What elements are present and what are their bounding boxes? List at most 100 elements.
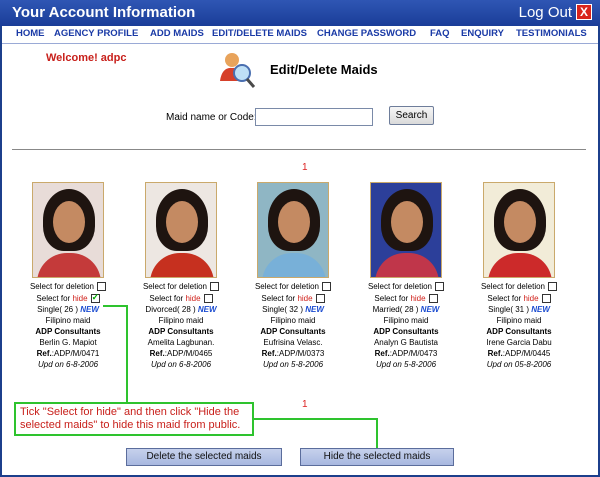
select-delete-row: Select for deletion xyxy=(356,281,456,292)
hide-checkbox[interactable] xyxy=(315,294,325,304)
delete-checkbox[interactable] xyxy=(97,282,107,292)
delete-checkbox[interactable] xyxy=(435,282,445,292)
hide-word: hide xyxy=(297,294,313,303)
hide-checkbox[interactable] xyxy=(541,294,551,304)
select-delete-row: Select for deletion xyxy=(18,281,118,292)
ref-label: Ref. xyxy=(487,349,503,358)
updated-date: Upd on 6-8-2006 xyxy=(150,360,212,369)
maid-name[interactable]: Irene Garcia Dabu xyxy=(469,337,569,348)
select-delete-row: Select for deletion xyxy=(243,281,343,292)
agency-name: ADP Consultants xyxy=(148,327,214,336)
maid-photo[interactable] xyxy=(483,182,555,278)
new-badge: NEW xyxy=(197,305,217,314)
hide-checkbox[interactable] xyxy=(203,294,213,304)
status-row: Married( 28 ) NEW xyxy=(356,304,456,315)
hide-word: hide xyxy=(523,294,539,303)
pagination-bottom[interactable]: 1 xyxy=(302,399,308,410)
maid-photo[interactable] xyxy=(370,182,442,278)
select-hide-label: Select for xyxy=(374,294,409,303)
select-hide-row: Select for hide xyxy=(243,293,343,304)
select-delete-label: Select for deletion xyxy=(367,282,433,291)
pagination-top[interactable]: 1 xyxy=(302,162,308,173)
delete-checkbox[interactable] xyxy=(322,282,332,292)
ref-row: Ref.:ADP/M/0445 xyxy=(469,348,569,359)
hide-word: hide xyxy=(185,294,201,303)
search-input[interactable] xyxy=(255,108,373,126)
hide-checkbox[interactable] xyxy=(428,294,438,304)
nav-agency-profile[interactable]: AGENCY PROFILE xyxy=(54,28,138,39)
logout-link[interactable]: Log Out xyxy=(519,4,572,21)
ref-code: :ADP/M/0465 xyxy=(164,349,213,358)
maid-card: Select for deletion Select for hide Sing… xyxy=(469,182,569,370)
person-search-icon xyxy=(220,53,256,88)
updated-date: Upd on 5-8-2006 xyxy=(375,360,437,369)
callout-line-hide-horizontal xyxy=(103,305,128,307)
ref-code: :ADP/M/0445 xyxy=(502,349,551,358)
nav-edit-delete-maids[interactable]: EDIT/DELETE MAIDS xyxy=(212,28,307,39)
marital-status: Single( 32 ) xyxy=(262,305,303,314)
app-title: Your Account Information xyxy=(12,4,196,21)
callout-line-button-horizontal xyxy=(254,418,378,420)
nav-enquiry[interactable]: ENQUIRY xyxy=(461,28,504,39)
hide-word: hide xyxy=(410,294,426,303)
maid-card: Select for deletion Select for hide Sing… xyxy=(18,182,118,370)
nav-change-password[interactable]: CHANGE PASSWORD xyxy=(317,28,416,39)
photo-face xyxy=(278,201,310,243)
section-divider xyxy=(12,149,586,150)
select-hide-label: Select for xyxy=(261,294,296,303)
hide-word: hide xyxy=(72,294,88,303)
ref-row: Ref.:ADP/M/0465 xyxy=(131,348,231,359)
select-hide-row: Select for hide xyxy=(18,292,118,304)
photo-face xyxy=(53,201,85,243)
nav-faq[interactable]: FAQ xyxy=(430,28,450,39)
delete-checkbox[interactable] xyxy=(210,282,220,292)
nav-home[interactable]: HOME xyxy=(16,28,45,39)
hide-selected-button[interactable]: Hide the selected maids xyxy=(300,448,454,466)
ref-label: Ref. xyxy=(374,349,390,358)
callout-line-button-vertical xyxy=(376,418,378,448)
photo-face xyxy=(391,201,423,243)
maid-card: Select for deletion Select for hide Marr… xyxy=(356,182,456,370)
select-delete-row: Select for deletion xyxy=(131,281,231,292)
maid-photo[interactable] xyxy=(145,182,217,278)
marital-status: Divorced( 28 ) xyxy=(145,305,196,314)
maid-photo[interactable] xyxy=(257,182,329,278)
status-row: Single( 31 ) NEW xyxy=(469,304,569,315)
select-hide-row: Select for hide xyxy=(131,293,231,304)
close-icon[interactable]: X xyxy=(576,4,592,20)
agency-name: ADP Consultants xyxy=(35,327,101,336)
marital-status: Single( 31 ) xyxy=(488,305,529,314)
select-delete-label: Select for deletion xyxy=(29,282,95,291)
new-badge: NEW xyxy=(531,305,550,314)
nationality: Filipino maid xyxy=(158,316,204,325)
ref-code: :ADP/M/0473 xyxy=(389,349,438,358)
maid-name[interactable]: Eufrisina Velasc. xyxy=(243,337,343,348)
updated-date: Upd on 05-8-2006 xyxy=(486,360,552,369)
callout-line-hide-vertical xyxy=(126,305,128,404)
delete-checkbox[interactable] xyxy=(548,282,558,292)
select-delete-label: Select for deletion xyxy=(142,282,208,291)
maid-name[interactable]: Amelita Lagbunan. xyxy=(131,337,231,348)
ref-row: Ref.:ADP/M/0473 xyxy=(356,348,456,359)
select-hide-row: Select for hide xyxy=(356,293,456,304)
hide-checkbox[interactable] xyxy=(90,292,100,304)
delete-selected-button[interactable]: Delete the selected maids xyxy=(126,448,282,466)
maid-name[interactable]: Berlin G. Mapiot xyxy=(18,337,118,348)
top-nav: HOME AGENCY PROFILE ADD MAIDS EDIT/DELET… xyxy=(2,26,598,43)
select-hide-label: Select for xyxy=(487,294,522,303)
nav-testimonials[interactable]: TESTIMONIALS xyxy=(516,28,587,39)
nav-divider xyxy=(2,43,598,44)
maid-photo[interactable] xyxy=(32,182,104,278)
ref-code: :ADP/M/0373 xyxy=(276,349,325,358)
search-label: Maid name or Code: xyxy=(166,112,257,123)
welcome-message: Welcome! adpc xyxy=(46,52,127,64)
nationality: Filipino maid xyxy=(496,316,542,325)
agency-name: ADP Consultants xyxy=(260,327,326,336)
new-badge: NEW xyxy=(305,305,324,314)
ref-row: Ref.:ADP/M/0373 xyxy=(243,348,343,359)
status-row: Single( 32 ) NEW xyxy=(243,304,343,315)
select-hide-label: Select for xyxy=(36,294,71,303)
nav-add-maids[interactable]: ADD MAIDS xyxy=(150,28,204,39)
search-button[interactable]: Search xyxy=(389,106,434,125)
maid-name[interactable]: Analyn G Bautista xyxy=(356,337,456,348)
